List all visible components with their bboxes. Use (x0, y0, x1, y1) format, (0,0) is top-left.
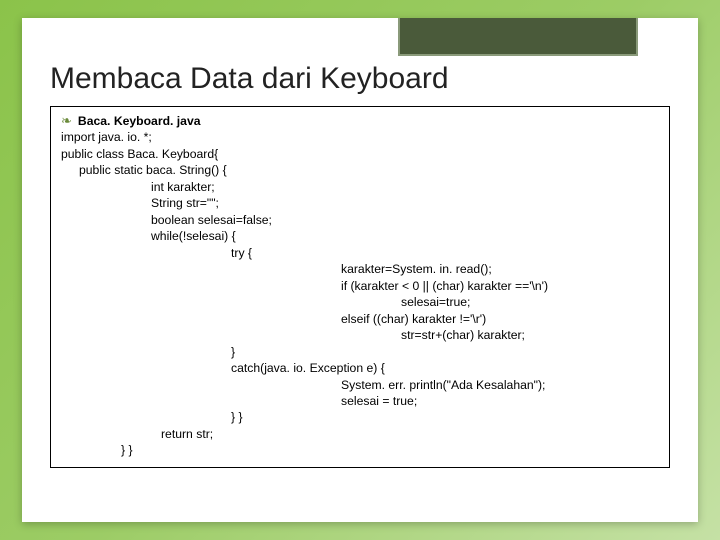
leaf-icon: ❧ (61, 114, 72, 127)
code-line: selesai=true; (61, 294, 659, 310)
code-line: karakter=System. in. read(); (61, 261, 659, 277)
code-line: str=str+(char) karakter; (61, 327, 659, 343)
code-line: } } (61, 409, 659, 425)
code-line: return str; (61, 426, 659, 442)
content-box: ❧ Baca. Keyboard. java import java. io. … (50, 106, 670, 468)
code-line: System. err. println("Ada Kesalahan"); (61, 377, 659, 393)
code-line: catch(java. io. Exception e) { (61, 360, 659, 376)
code-line: String str=""; (61, 195, 659, 211)
slide-title: Membaca Data dari Keyboard (50, 62, 670, 96)
code-line: if (karakter < 0 || (char) karakter =='\… (61, 278, 659, 294)
code-line: } (61, 344, 659, 360)
code-line: elseif ((char) karakter !='\r') (61, 311, 659, 327)
code-line: try { (61, 245, 659, 261)
slide-card: Membaca Data dari Keyboard ❧ Baca. Keybo… (22, 18, 698, 522)
code-line: int karakter; (61, 179, 659, 195)
code-line: boolean selesai=false; (61, 212, 659, 228)
code-line: public static baca. String() { (61, 162, 659, 178)
code-line: while(!selesai) { (61, 228, 659, 244)
code-line: selesai = true; (61, 393, 659, 409)
code-filename: Baca. Keyboard. java (78, 113, 201, 129)
bullet-row: ❧ Baca. Keyboard. java (61, 113, 659, 129)
code-line: public class Baca. Keyboard{ (61, 146, 659, 162)
code-line: } } (61, 442, 659, 458)
code-line: import java. io. *; (61, 129, 659, 145)
accent-box (398, 18, 638, 56)
